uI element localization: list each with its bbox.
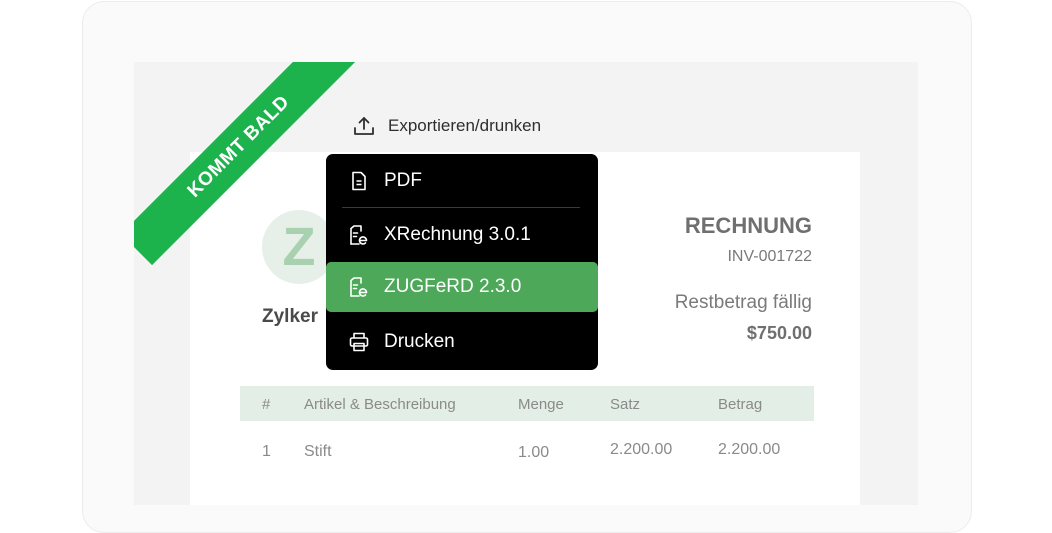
export-print-label: Exportieren/drunken [388,116,542,135]
column-header-amount: Betrag [718,396,763,413]
menu-item-print[interactable]: Drucken [326,317,598,367]
column-header-index: # [262,396,271,413]
menu-item-label: Drucken [384,331,455,352]
coming-soon-ribbon: KOMMT BALD [134,62,358,266]
table-cell-rate: 2.200.00 [610,441,673,458]
coming-soon-ribbon-area: KOMMT BALD [134,62,374,302]
company-name: Zylker [262,306,318,327]
ribbon-label: KOMMT BALD [183,91,294,202]
table-cell-quantity: 1.00 [518,444,550,461]
table-cell-amount: 2.200.00 [718,441,781,458]
balance-due-value: $750.00 [746,323,812,343]
table-cell-item: Stift [304,443,332,460]
menu-item-label: XRechnung 3.0.1 [384,224,531,245]
printer-icon [346,329,372,355]
column-header-item: Artikel & Beschreibung [304,396,456,413]
table-cell-index: 1 [262,443,271,460]
invoice-title: RECHNUNG [684,213,812,238]
column-header-rate: Satz [610,396,641,413]
column-header-quantity: Menge [518,396,564,413]
export-print-button[interactable]: Exportieren/drunken [352,114,541,138]
balance-due-label: Restbetrag fällig [674,292,812,313]
menu-item-label: ZUGFeRD 2.3.0 [384,276,522,297]
menu-item-label: PDF [384,170,422,191]
invoice-number: INV-001722 [727,248,812,265]
menu-divider [342,207,580,208]
